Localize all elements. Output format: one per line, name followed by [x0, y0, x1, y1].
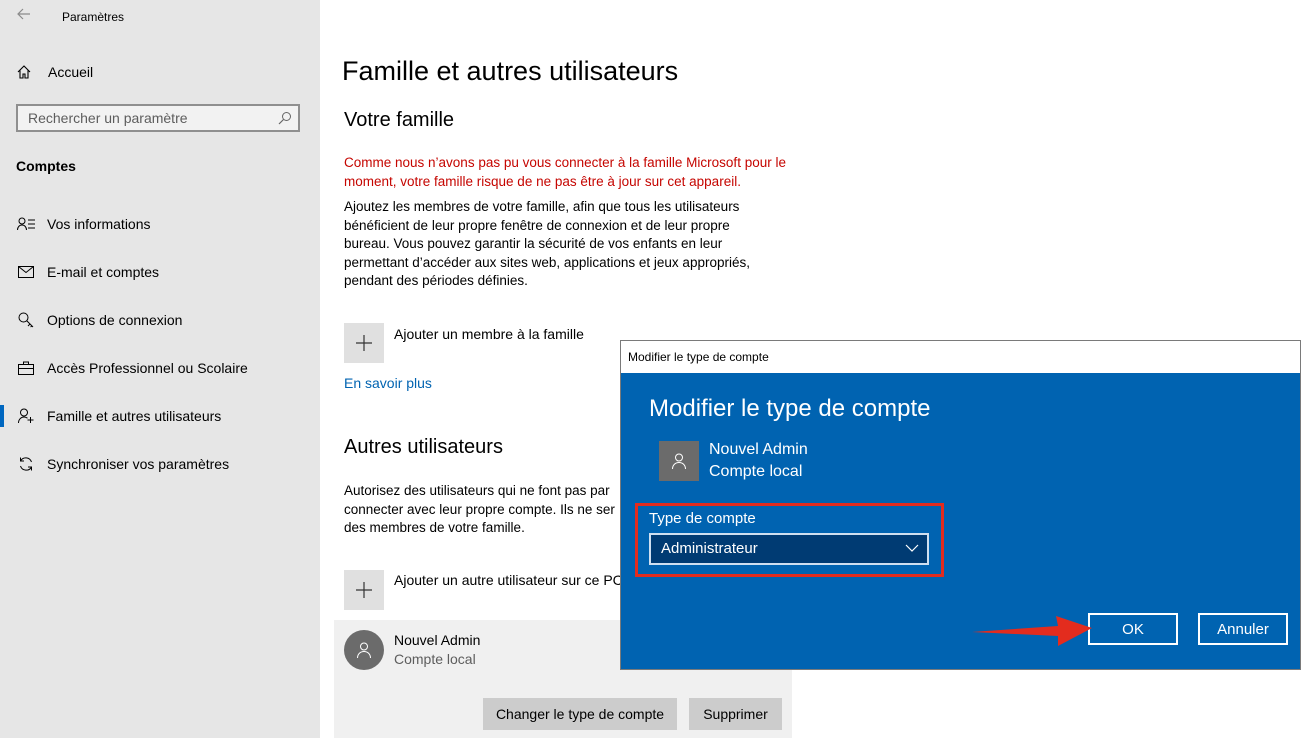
- search-box[interactable]: [16, 104, 300, 132]
- sidebar-item-label: Synchroniser vos paramètres: [47, 456, 230, 472]
- home-link[interactable]: Accueil: [16, 64, 93, 80]
- home-icon: [17, 65, 31, 79]
- user-type: Compte local: [394, 651, 476, 667]
- sidebar-item-label: Vos informations: [47, 216, 151, 232]
- back-arrow-icon[interactable]: [16, 6, 34, 24]
- dialog-heading: Modifier le type de compte: [649, 395, 931, 422]
- add-family-label: Ajouter un membre à la famille: [394, 326, 584, 342]
- person-list-icon: [16, 217, 36, 231]
- dialog-user-type: Compte local: [709, 463, 803, 480]
- sidebar-item-label: Famille et autres utilisateurs: [47, 408, 222, 424]
- delete-user-button[interactable]: Supprimer: [689, 698, 782, 730]
- change-account-type-button[interactable]: Changer le type de compte: [483, 698, 677, 730]
- family-warning: Comme nous n’avons pas pu vous connecter…: [344, 155, 786, 189]
- sidebar-item-email[interactable]: E-mail et comptes: [0, 254, 320, 290]
- sidebar-item-famille[interactable]: Famille et autres utilisateurs: [0, 398, 320, 434]
- family-description: Ajoutez les membres de votre famille, af…: [344, 199, 750, 288]
- mail-icon: [16, 266, 36, 278]
- key-icon: [16, 312, 36, 328]
- person-add-icon: [16, 408, 36, 424]
- sidebar-item-label: Options de connexion: [47, 312, 183, 328]
- section-label: Comptes: [16, 158, 76, 174]
- sidebar: Paramètres Accueil Comptes Vos informati…: [0, 0, 320, 738]
- account-type-label: Type de compte: [649, 510, 756, 527]
- dialog-avatar-icon: [659, 441, 699, 481]
- account-type-select[interactable]: Administrateur: [649, 533, 929, 565]
- page-title: Famille et autres utilisateurs: [342, 56, 679, 86]
- account-type-value: Administrateur: [661, 540, 758, 557]
- briefcase-icon: [16, 361, 36, 375]
- app-title: Paramètres: [62, 10, 125, 24]
- add-other-user[interactable]: Ajouter un autre utilisateur sur ce PC: [344, 570, 623, 610]
- sidebar-item-connexion[interactable]: Options de connexion: [0, 302, 320, 338]
- add-family-member[interactable]: Ajouter un membre à la famille: [344, 323, 584, 363]
- ok-button[interactable]: OK: [1088, 613, 1178, 645]
- user-avatar-icon: [344, 630, 384, 670]
- sidebar-item-label: Accès Professionnel ou Scolaire: [47, 360, 248, 376]
- change-account-type-dialog: Modifier le type de compte Modifier le t…: [620, 340, 1301, 670]
- sidebar-item-synchroniser[interactable]: Synchroniser vos paramètres: [0, 446, 320, 482]
- sidebar-item-label: E-mail et comptes: [47, 264, 160, 280]
- user-name: Nouvel Admin: [394, 632, 481, 648]
- chevron-down-icon: [905, 544, 919, 552]
- arrow-annotation-icon: [972, 616, 1092, 646]
- search-input[interactable]: [18, 106, 278, 130]
- learn-more-link[interactable]: En savoir plus: [344, 375, 432, 391]
- dialog-user-name: Nouvel Admin: [709, 441, 808, 458]
- family-heading: Votre famille: [344, 109, 455, 131]
- sidebar-item-acces-pro[interactable]: Accès Professionnel ou Scolaire: [0, 350, 320, 386]
- search-icon[interactable]: [278, 111, 292, 125]
- plus-icon: [344, 570, 384, 610]
- other-users-description: Autorisez des utilisateurs qui ne font p…: [344, 483, 615, 535]
- dialog-titlebar: Modifier le type de compte: [621, 341, 1300, 373]
- sync-icon: [16, 456, 36, 472]
- add-other-user-label: Ajouter un autre utilisateur sur ce PC: [394, 572, 623, 588]
- sidebar-item-vos-informations[interactable]: Vos informations: [0, 206, 320, 242]
- home-label: Accueil: [48, 64, 94, 80]
- other-users-heading: Autres utilisateurs: [344, 436, 503, 458]
- cancel-button[interactable]: Annuler: [1198, 613, 1288, 645]
- plus-icon: [344, 323, 384, 363]
- active-indicator: [0, 405, 4, 427]
